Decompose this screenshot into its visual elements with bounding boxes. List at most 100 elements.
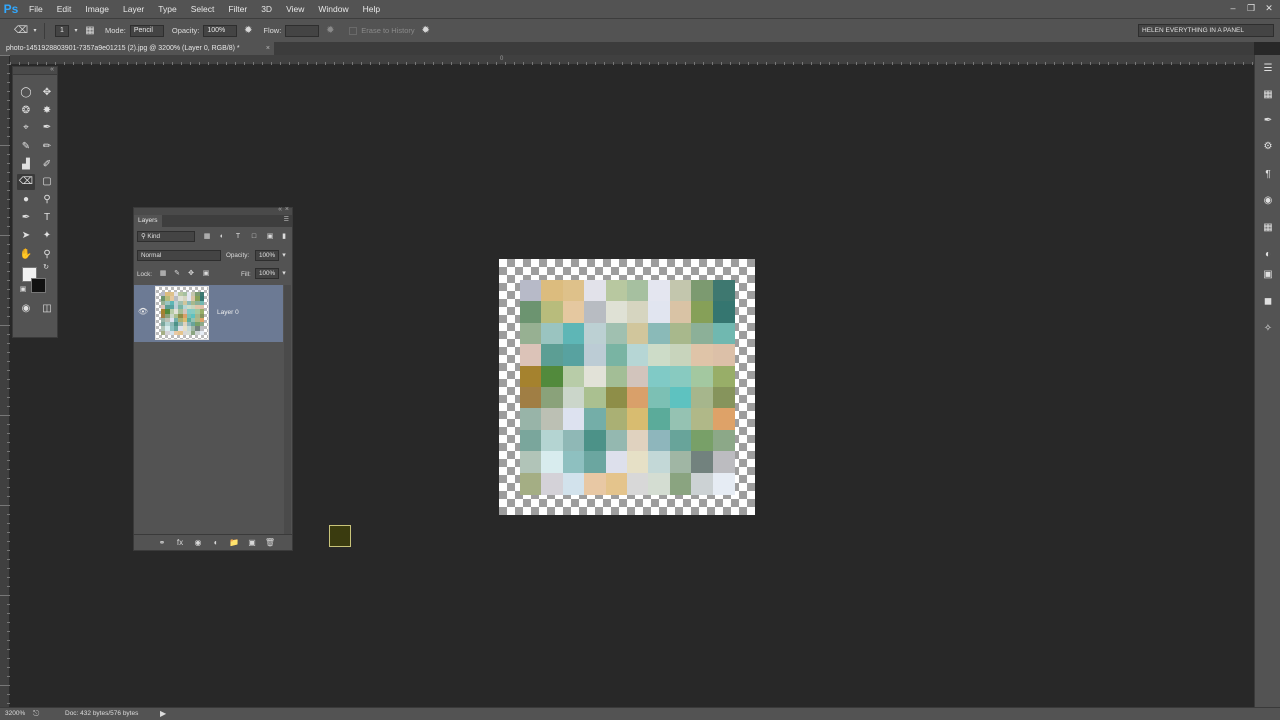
workspace-select[interactable]: HELEN EVERYTHING IN A PANEL [1138, 24, 1274, 37]
history-brush-tool-icon[interactable]: ✐ [38, 157, 56, 173]
chevron-down-icon[interactable]: ▾ [279, 268, 289, 279]
pressure-opacity-icon[interactable]: ✹ [241, 24, 255, 38]
brush-size-picker[interactable]: 1 [55, 24, 69, 37]
panel-menu-icon[interactable]: ☰ [284, 216, 289, 223]
opacity-field[interactable]: 100% [203, 24, 238, 37]
chevron-down-icon[interactable]: ▾ [279, 250, 289, 261]
tools-panel-header[interactable]: « [13, 66, 57, 75]
menu-image[interactable]: Image [78, 0, 116, 18]
screen-mode-icon[interactable]: ◫ [38, 301, 56, 317]
chevron-down-icon[interactable]: ▾ [73, 24, 79, 38]
layer-row[interactable]: 👁 Layer 0 [134, 285, 283, 342]
paragraph-panel-icon[interactable]: ¶ [1260, 167, 1276, 183]
healing-brush-tool-icon[interactable]: ✎ [17, 139, 35, 155]
menu-window[interactable]: Window [311, 0, 355, 18]
layer-name[interactable]: Layer 0 [217, 309, 239, 316]
collapse-icon[interactable]: « [50, 66, 54, 73]
close-button[interactable]: ✕ [1262, 1, 1276, 15]
link-layers-icon[interactable]: ⚭ [156, 537, 168, 549]
chevron-down-icon[interactable]: ▾ [32, 24, 38, 38]
properties-panel-icon[interactable]: ▦ [1260, 87, 1276, 103]
lasso-tool-icon[interactable]: ❂ [17, 103, 35, 119]
filter-smart-object-icon[interactable]: ▣ [264, 231, 276, 242]
channels-panel-icon[interactable]: ◼ [1260, 294, 1276, 310]
new-group-icon[interactable]: 📁 [228, 537, 240, 549]
close-icon[interactable]: × [285, 206, 289, 213]
color-panel-icon[interactable]: ◐ [1260, 247, 1276, 263]
filter-shape-icon[interactable]: □ [248, 231, 260, 242]
filter-toggle-icon[interactable]: ▮ [280, 231, 288, 242]
styles-panel-icon[interactable]: ▣ [1260, 267, 1276, 283]
adjustments-panel-icon[interactable]: ⚙ [1260, 139, 1276, 155]
blend-mode-select[interactable]: Normal [137, 250, 221, 261]
mode-select[interactable]: Pencil [129, 24, 164, 37]
adjustment-layer-icon[interactable]: ◐ [210, 537, 222, 549]
default-colors-icon[interactable]: ▣ [18, 285, 28, 295]
filter-adjustment-icon[interactable]: ◐ [216, 231, 228, 242]
brushes-panel-icon[interactable]: ◉ [1260, 193, 1276, 209]
menu-type[interactable]: Type [151, 0, 183, 18]
layers-panel-header[interactable]: « × [134, 206, 292, 215]
magic-wand-tool-icon[interactable]: ✸ [38, 103, 56, 119]
quick-mask-icon[interactable]: ◉ [17, 301, 35, 317]
filter-kind-select[interactable]: ⚲ Kind [137, 231, 195, 242]
crop-tool-icon[interactable]: ⌖ [17, 120, 35, 136]
shape-tool-icon[interactable]: ✦ [38, 228, 56, 244]
swap-colors-icon[interactable]: ↻ [41, 263, 51, 273]
menu-edit[interactable]: Edit [50, 0, 79, 18]
blur-tool-icon[interactable]: ● [17, 192, 35, 208]
pen-tool-icon[interactable]: ✒ [17, 210, 35, 226]
menu-3d[interactable]: 3D [254, 0, 279, 18]
menu-help[interactable]: Help [356, 0, 387, 18]
pressure-size-icon[interactable]: ✹ [419, 24, 433, 38]
menu-file[interactable]: File [22, 0, 50, 18]
document-tab-close-icon[interactable]: × [266, 42, 270, 55]
flow-field[interactable] [285, 24, 320, 37]
collapse-icon[interactable]: « [278, 206, 282, 213]
zoom-level[interactable]: 3200% [5, 710, 25, 717]
hand-tool-icon[interactable]: ✋ [17, 247, 35, 263]
document-image[interactable] [499, 259, 755, 515]
swatches-panel-icon[interactable]: ▦ [1260, 220, 1276, 236]
dodge-tool-icon[interactable]: ⚲ [38, 192, 56, 208]
layer-opacity-field[interactable]: 100% [255, 250, 279, 261]
history-panel-icon[interactable]: ☰ [1260, 61, 1276, 77]
brush-panel-icon[interactable]: ▦ [83, 24, 97, 38]
tab-layers[interactable]: Layers [134, 215, 162, 227]
navigator-panel-icon[interactable]: ✧ [1260, 321, 1276, 337]
menu-filter[interactable]: Filter [221, 0, 254, 18]
restore-button[interactable]: ❐ [1244, 1, 1258, 15]
eraser-preset-icon[interactable]: ⌫ [14, 24, 28, 38]
minimize-button[interactable]: – [1226, 1, 1240, 15]
filter-pixel-icon[interactable]: ▦ [201, 231, 213, 242]
background-color-swatch[interactable] [31, 278, 46, 293]
fill-field[interactable]: 100% [255, 268, 279, 279]
vertical-ruler[interactable] [0, 55, 10, 707]
add-mask-icon[interactable]: ◉ [192, 537, 204, 549]
zoom-tool-icon[interactable]: ⚲ [38, 247, 56, 263]
brush-tool-icon[interactable]: ✏ [38, 139, 56, 155]
erase-to-history-checkbox[interactable] [349, 26, 358, 35]
export-icon[interactable]: ⎋ [33, 709, 39, 719]
eraser-tool-icon[interactable]: ⌫ [17, 174, 35, 190]
new-layer-icon[interactable]: ▣ [246, 537, 258, 549]
document-tab[interactable]: photo-1451928803901-7357a9e01215 (2).jpg… [0, 42, 274, 55]
airbrush-icon[interactable]: ✹ [323, 24, 337, 38]
layer-style-fx-icon[interactable]: fx [174, 537, 186, 549]
layers-scrollbar[interactable] [284, 285, 291, 535]
path-selection-tool-icon[interactable]: ➤ [17, 228, 35, 244]
lock-pixels-icon[interactable]: ✎ [171, 268, 183, 279]
menu-layer[interactable]: Layer [116, 0, 151, 18]
filter-type-icon[interactable]: T [232, 231, 244, 242]
horizontal-ruler[interactable] [10, 55, 1254, 65]
clone-stamp-tool-icon[interactable]: ▟ [17, 157, 35, 173]
delete-layer-icon[interactable]: 🗑 [264, 537, 276, 549]
visibility-eye-icon[interactable]: 👁 [137, 307, 149, 319]
lock-transparency-icon[interactable]: ▦ [157, 268, 169, 279]
gradient-tool-icon[interactable]: ▢ [38, 174, 56, 190]
lock-position-icon[interactable]: ✥ [185, 268, 197, 279]
status-menu-arrow[interactable]: ▶ [160, 709, 166, 718]
marquee-tool-icon[interactable]: ◯ [17, 85, 35, 101]
type-tool-icon[interactable]: T [38, 210, 56, 226]
move-tool-icon[interactable]: ✥ [38, 85, 56, 101]
